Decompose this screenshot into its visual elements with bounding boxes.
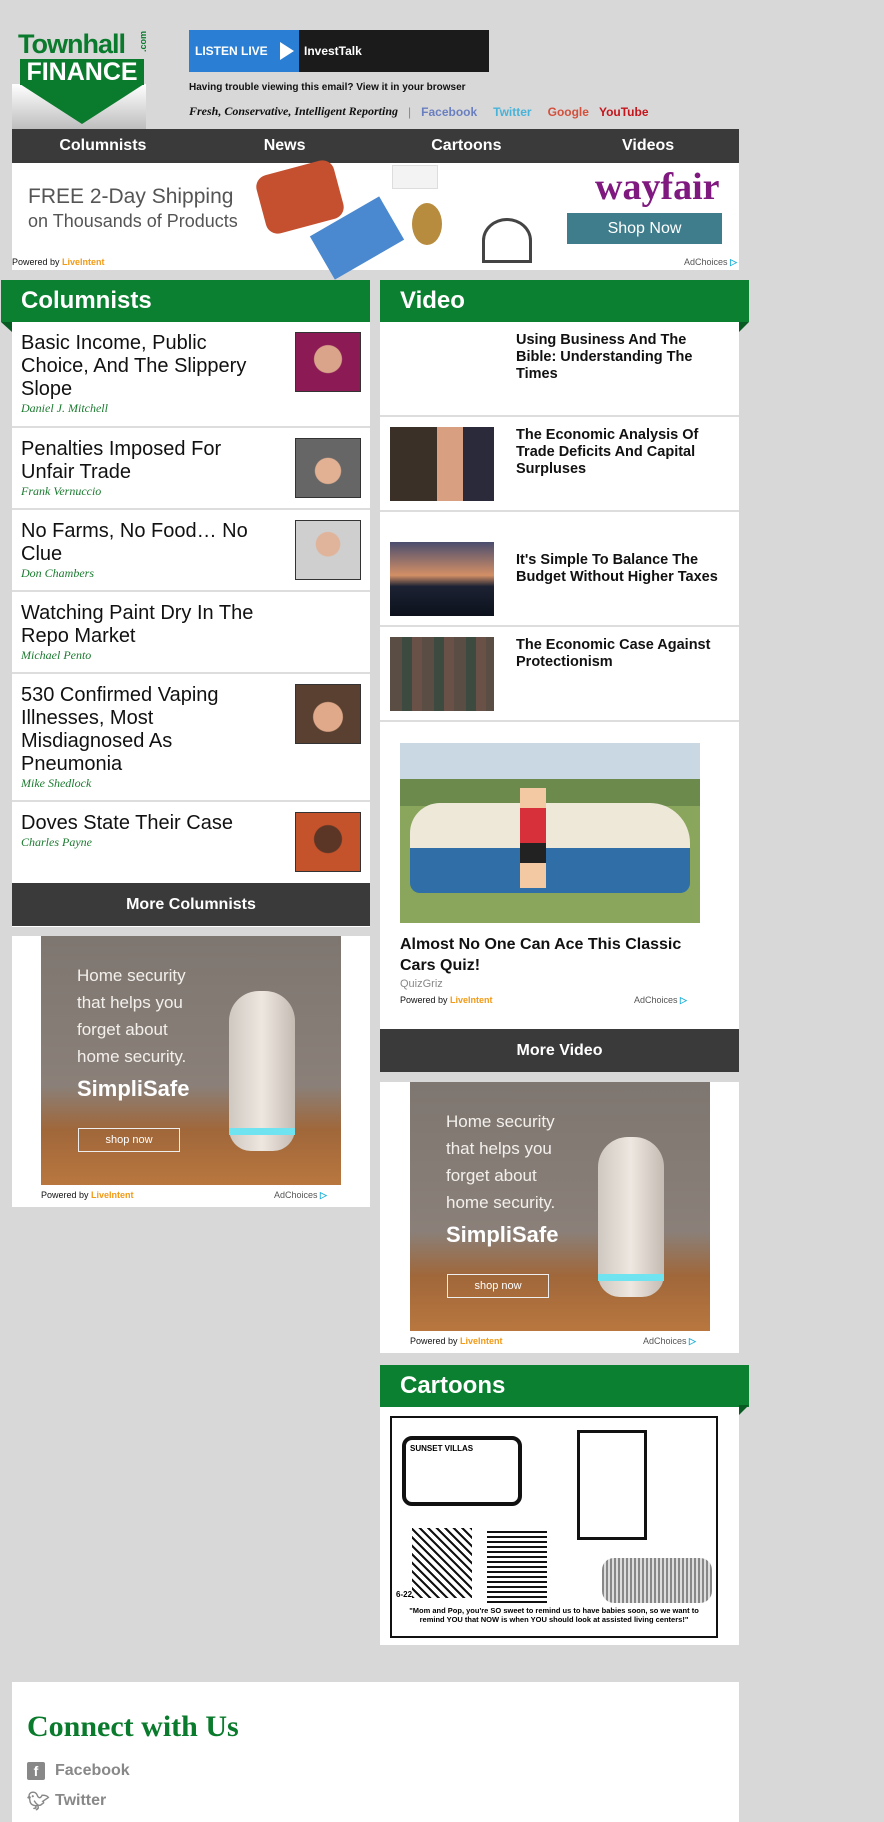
quiz-ad-source: QuizGriz — [400, 978, 443, 990]
simplisafe-ad[interactable]: Home security that helps you forget about h… — [380, 1082, 739, 1353]
list-item[interactable]: Using Business And The Bible: Understand… — [380, 322, 739, 417]
station-name: InvestTalk — [299, 30, 489, 72]
shop-now-button[interactable]: shop now — [447, 1274, 549, 1298]
nav-cartoons[interactable]: Cartoons — [376, 129, 558, 163]
author[interactable]: Frank Vernuccio — [21, 484, 261, 499]
video-thumbnail[interactable] — [390, 637, 494, 711]
cartoon-image[interactable]: SUNSET VILLAS 6-22 "Mom and Pop, you're … — [390, 1416, 718, 1638]
classic-car-image[interactable] — [400, 743, 700, 923]
connect-section: Connect with Us f Facebook 🐦︎ Twitter — [12, 1682, 739, 1822]
video-thumbnail[interactable] — [390, 427, 494, 501]
list-item[interactable]: Basic Income, Public Choice, And The Sli… — [12, 322, 370, 428]
more-columnists-button[interactable]: More Columnists — [12, 883, 370, 926]
shop-now-button[interactable]: Shop Now — [567, 213, 722, 244]
headline[interactable]: Watching Paint Dry In The Repo Market — [21, 602, 253, 647]
facebook-icon: f — [27, 1762, 45, 1780]
listen-live-player[interactable]: LISTEN LIVE InvestTalk — [189, 30, 489, 72]
author-photo — [295, 438, 361, 498]
simplisafe-ad-image: Home security that helps you forget about h… — [410, 1082, 710, 1331]
adchoices-link[interactable]: AdChoices ▷ — [684, 257, 737, 268]
quiz-ad-headline[interactable]: Almost No One Can Ace This Classic Cars … — [400, 934, 700, 976]
powered-by-liveintent[interactable]: Powered by LiveIntent — [12, 257, 105, 267]
cartoons-panel: SUNSET VILLAS 6-22 "Mom and Pop, you're … — [380, 1405, 739, 1645]
list-item[interactable]: 530 Confirmed Vaping Illnesses, Most Mis… — [12, 674, 370, 802]
nav-videos[interactable]: Videos — [557, 129, 739, 163]
powered-by-liveintent[interactable]: Powered by LiveIntent — [41, 1190, 134, 1200]
simplisafe-ad-image: Home security that helps you forget about h… — [41, 936, 341, 1185]
lamp-base-image — [412, 203, 442, 245]
list-item[interactable]: The Economic Case Against Protectionism — [380, 627, 739, 722]
headline[interactable]: It's Simple To Balance The Budget Withou… — [516, 552, 726, 586]
author[interactable]: Mike Shedlock — [21, 776, 261, 791]
wayfair-ad[interactable]: FREE 2-Day Shipping on Thousands of Prod… — [12, 157, 739, 280]
author[interactable]: Charles Payne — [21, 835, 261, 850]
adchoices-link[interactable]: AdChoices ▷ — [643, 1336, 696, 1347]
youtube-link[interactable]: YouTube — [599, 105, 649, 119]
list-item[interactable]: No Farms, No Food… No Clue Don Chambers — [12, 510, 370, 592]
video-panel: Using Business And The Bible: Understand… — [380, 322, 739, 1029]
author[interactable]: Michael Pento — [21, 648, 261, 663]
simplisafe-ad[interactable]: Home security that helps you forget about h… — [12, 936, 370, 1207]
columnists-panel: Basic Income, Public Choice, And The Sli… — [12, 322, 370, 927]
list-item[interactable]: It's Simple To Balance The Budget Withou… — [380, 512, 739, 627]
tagline-row: Fresh, Conservative, Intelligent Reporti… — [189, 104, 649, 119]
arrow-graphic — [20, 84, 144, 124]
columnists-heading: Columnists — [1, 280, 370, 322]
list-item[interactable]: Doves State Their Case Charles Payne — [12, 802, 370, 883]
more-video-button[interactable]: More Video — [380, 1029, 739, 1072]
cartoon-caption: "Mom and Pop, you're SO sweet to remind … — [409, 1606, 699, 1624]
nav-news[interactable]: News — [194, 129, 376, 163]
author-photo — [295, 332, 361, 392]
twitter-icon: 🐦︎ — [27, 1791, 50, 1811]
adchoices-icon: ▷ — [730, 257, 737, 267]
author-photo — [295, 520, 361, 580]
townhall-finance-logo[interactable]: Townhall .com FINANCE — [12, 29, 148, 131]
adchoices-icon: ▷ — [689, 1336, 696, 1346]
base-station-image — [229, 991, 295, 1151]
author[interactable]: Daniel J. Mitchell — [21, 401, 261, 416]
view-in-browser-link[interactable]: Having trouble viewing this email? View … — [189, 82, 466, 93]
adchoices-icon: ▷ — [320, 1190, 327, 1200]
list-item[interactable]: The Economic Analysis Of Trade Deficits … — [380, 417, 739, 512]
lamp-image — [392, 165, 438, 189]
author-photo — [295, 684, 361, 744]
connect-heading: Connect with Us — [27, 1710, 239, 1743]
shop-now-button[interactable]: shop now — [78, 1128, 180, 1152]
headline[interactable]: The Economic Analysis Of Trade Deficits … — [516, 427, 726, 478]
author[interactable]: Don Chambers — [21, 566, 261, 581]
headline[interactable]: 530 Confirmed Vaping Illnesses, Most Mis… — [21, 684, 219, 775]
headline[interactable]: Basic Income, Public Choice, And The Sli… — [21, 332, 246, 400]
main-nav: Columnists News Cartoons Videos — [12, 129, 739, 163]
headline[interactable]: Using Business And The Bible: Understand… — [516, 332, 726, 383]
cartoons-heading: Cartoons — [380, 1365, 749, 1407]
base-station-image — [598, 1137, 664, 1297]
list-item[interactable]: Watching Paint Dry In The Repo Market Mic… — [12, 592, 370, 674]
tagline: Fresh, Conservative, Intelligent Reporti… — [189, 104, 399, 118]
headline[interactable]: The Economic Case Against Protectionism — [516, 637, 726, 671]
google-link[interactable]: Google — [548, 105, 589, 119]
chandelier-image — [482, 218, 532, 263]
video-thumbnail[interactable] — [390, 542, 494, 616]
adchoices-link[interactable]: AdChoices ▷ — [274, 1190, 327, 1201]
headline[interactable]: Penalties Imposed For Unfair Trade — [21, 438, 221, 483]
headline[interactable]: No Farms, No Food… No Clue — [21, 520, 248, 565]
list-item[interactable]: Penalties Imposed For Unfair Trade Frank … — [12, 428, 370, 510]
headline[interactable]: Doves State Their Case — [21, 812, 233, 834]
nav-columnists[interactable]: Columnists — [12, 129, 194, 163]
twitter-link[interactable]: Twitter — [493, 105, 531, 119]
powered-by-liveintent[interactable]: Powered by LiveIntent — [410, 1336, 503, 1346]
adchoices-link[interactable]: AdChoices ▷ — [634, 995, 687, 1006]
facebook-link[interactable]: f Facebook — [27, 1762, 130, 1780]
wayfair-logo: wayfair — [595, 166, 720, 208]
video-heading: Video — [380, 280, 749, 322]
play-icon[interactable] — [279, 42, 294, 60]
powered-by-liveintent[interactable]: Powered by LiveIntent — [400, 995, 493, 1005]
adchoices-icon: ▷ — [680, 995, 687, 1005]
twitter-link[interactable]: 🐦︎ Twitter — [27, 1792, 106, 1810]
facebook-link[interactable]: Facebook — [421, 105, 477, 119]
author-photo — [295, 812, 361, 872]
